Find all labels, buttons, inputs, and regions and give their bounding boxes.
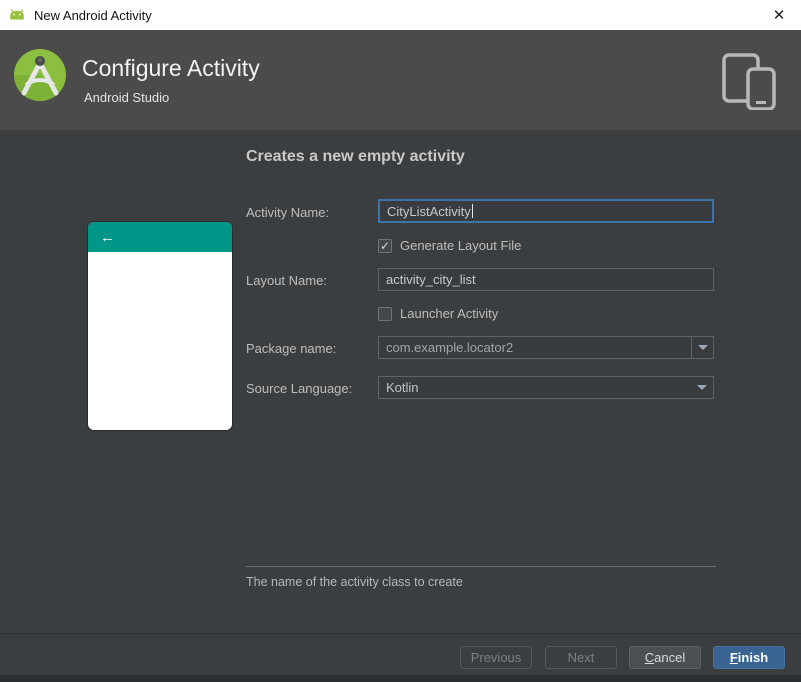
- new-android-activity-dialog: New Android Activity ✕ Configure Activit…: [0, 0, 801, 682]
- window-title: New Android Activity: [34, 7, 152, 23]
- wizard-subtitle: Android Studio: [84, 90, 170, 105]
- field-hint: The name of the activity class to create: [246, 575, 463, 589]
- source-language-value: Kotlin: [386, 380, 419, 395]
- button-bar: Previous Next Cancel Finish: [0, 634, 801, 675]
- next-button[interactable]: Next: [545, 646, 617, 669]
- source-language-dropdown-button[interactable]: [691, 377, 713, 398]
- wizard-header: Configure Activity Android Studio: [0, 30, 801, 130]
- source-language-label: Source Language:: [246, 381, 353, 396]
- android-head-icon: [10, 9, 24, 20]
- generate-layout-row: ✓ Generate Layout File: [378, 238, 521, 253]
- finish-button[interactable]: Finish: [713, 646, 785, 669]
- package-name-value: com.example.locator2: [386, 340, 514, 355]
- chevron-down-icon: [697, 345, 708, 350]
- layout-name-label: Layout Name:: [246, 273, 327, 288]
- package-name-combobox[interactable]: com.example.locator2: [378, 336, 714, 359]
- launcher-activity-row: Launcher Activity: [378, 306, 498, 321]
- layout-name-value: activity_city_list: [386, 272, 476, 287]
- main-panel: Creates a new empty activity ← Activity …: [0, 130, 801, 633]
- activity-name-value: CityListActivity: [387, 203, 471, 219]
- preview-appbar: ←: [88, 222, 232, 252]
- package-name-dropdown-button[interactable]: [691, 337, 713, 358]
- source-language-dropdown[interactable]: Kotlin: [378, 376, 714, 399]
- previous-button[interactable]: Previous: [460, 646, 532, 669]
- back-arrow-icon: ←: [100, 228, 115, 246]
- layout-name-input[interactable]: activity_city_list: [378, 268, 714, 291]
- window-bottom-edge: [0, 675, 801, 682]
- generate-layout-label[interactable]: Generate Layout File: [400, 238, 521, 253]
- cancel-button[interactable]: Cancel: [629, 646, 701, 669]
- section-heading: Creates a new empty activity: [246, 148, 465, 165]
- hint-divider: [246, 566, 716, 567]
- activity-name-input[interactable]: CityListActivity: [378, 199, 714, 223]
- android-studio-logo-icon: [14, 49, 66, 101]
- close-icon[interactable]: ✕: [757, 0, 801, 30]
- title-bar: New Android Activity ✕: [0, 0, 801, 30]
- chevron-down-icon: [697, 385, 707, 390]
- wizard-title: Configure Activity: [82, 55, 260, 81]
- phone-tablet-icon: [722, 53, 776, 110]
- launcher-activity-label[interactable]: Launcher Activity: [400, 306, 498, 321]
- generate-layout-checkbox[interactable]: ✓: [378, 238, 392, 253]
- package-name-label: Package name:: [246, 341, 337, 356]
- check-icon: ✓: [379, 238, 391, 253]
- activity-name-label: Activity Name:: [246, 205, 330, 220]
- launcher-activity-checkbox[interactable]: [378, 306, 392, 321]
- text-caret: [471, 204, 473, 218]
- activity-preview: ←: [88, 222, 232, 430]
